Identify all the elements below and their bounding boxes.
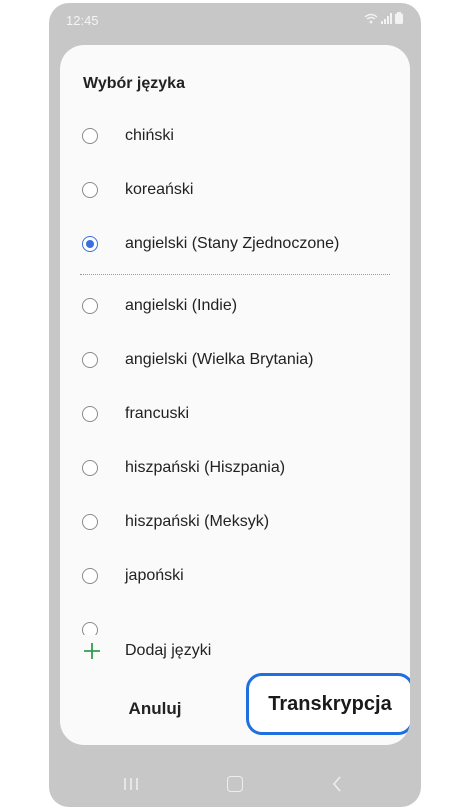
language-dialog: Wybór języka chiński koreański angielski… xyxy=(60,45,410,745)
language-label: japoński xyxy=(125,567,184,584)
radio-icon[interactable] xyxy=(82,298,98,314)
add-languages-label: Dodaj języki xyxy=(125,642,212,659)
radio-icon[interactable] xyxy=(82,182,98,198)
radio-icon[interactable] xyxy=(82,236,98,252)
radio-icon[interactable] xyxy=(82,406,98,422)
signal-icon xyxy=(381,12,392,24)
back-icon[interactable] xyxy=(332,776,342,792)
language-option[interactable]: angielski (Indie) xyxy=(60,280,410,334)
language-option-selected[interactable]: angielski (Stany Zjednoczone) xyxy=(60,218,410,272)
recent-apps-icon[interactable] xyxy=(123,777,139,791)
battery-icon xyxy=(395,12,403,24)
language-list[interactable]: chiński koreański angielski (Stany Zjedn… xyxy=(60,45,410,635)
language-label: hiszpański (Meksyk) xyxy=(125,513,270,530)
language-option[interactable]: francuski xyxy=(60,388,410,442)
home-icon[interactable] xyxy=(227,776,243,792)
status-time: 12:45 xyxy=(66,13,99,28)
language-option[interactable]: chiński xyxy=(60,110,410,164)
radio-icon[interactable] xyxy=(82,128,98,144)
language-label: francuski xyxy=(125,405,190,422)
radio-icon[interactable] xyxy=(82,352,98,368)
radio-icon[interactable] xyxy=(82,460,98,476)
radio-icon[interactable] xyxy=(82,514,98,530)
transcribe-label: Transkrypcja xyxy=(268,692,392,715)
language-label: angielski (Wielka Brytania) xyxy=(125,351,314,368)
plus-icon xyxy=(84,643,100,659)
add-languages-button[interactable]: Dodaj języki xyxy=(60,627,410,677)
navigation-bar xyxy=(49,763,421,807)
language-option[interactable]: koreański xyxy=(60,164,410,218)
language-label: hiszpański (Hiszpania) xyxy=(125,459,286,476)
phone-screen: 12:45 Wybór języka chiński koreański ang… xyxy=(49,3,421,807)
language-label: angielski (Stany Zjednoczone) xyxy=(125,235,340,252)
divider xyxy=(80,274,390,275)
status-bar: 12:45 xyxy=(49,3,421,37)
wifi-icon xyxy=(364,13,378,23)
transcribe-button[interactable]: Transkrypcja xyxy=(246,673,410,735)
language-option[interactable]: angielski (Wielka Brytania) xyxy=(60,334,410,388)
radio-icon[interactable] xyxy=(82,568,98,584)
status-icons xyxy=(364,12,403,24)
language-option[interactable]: japoński xyxy=(60,550,410,604)
language-label: chiński xyxy=(125,127,174,144)
language-option[interactable]: hiszpański (Hiszpania) xyxy=(60,442,410,496)
language-label: koreański xyxy=(125,181,194,198)
language-label: angielski (Indie) xyxy=(125,297,238,314)
cancel-button[interactable]: Anuluj xyxy=(115,699,195,725)
language-option[interactable]: hiszpański (Meksyk) xyxy=(60,496,410,550)
